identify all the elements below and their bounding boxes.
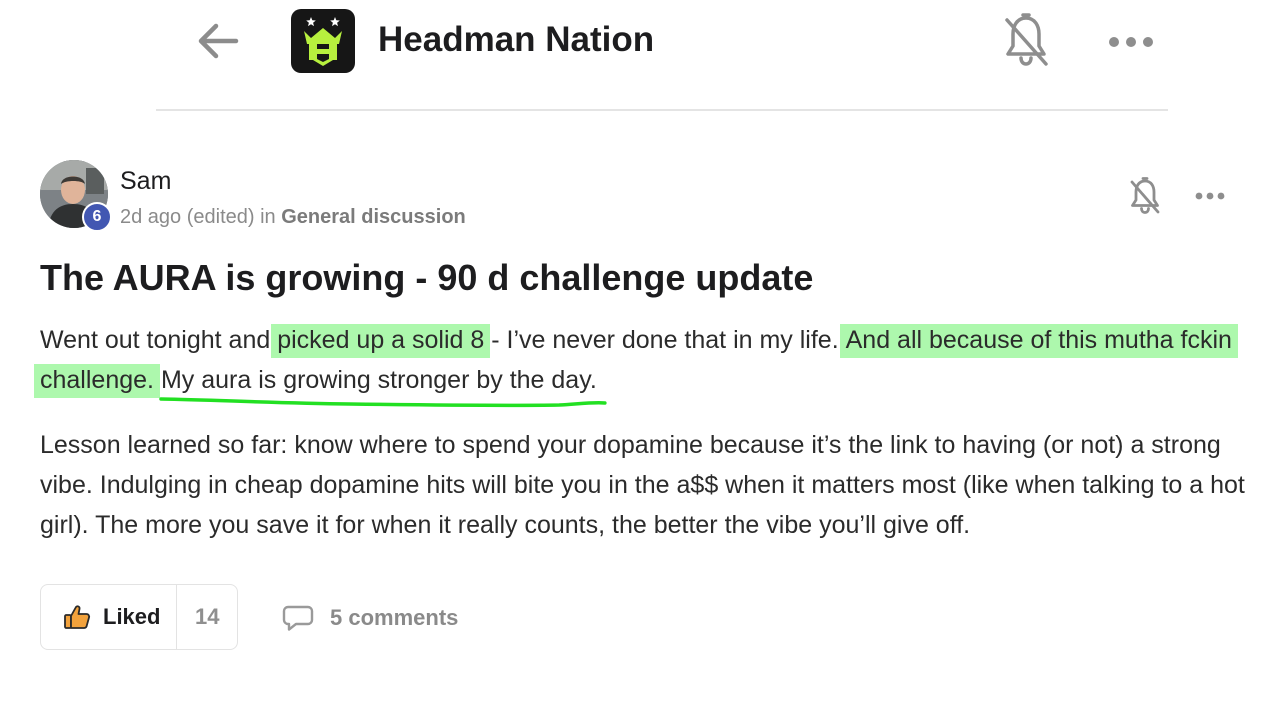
author-level-badge: 6 — [82, 202, 112, 232]
post-title: The AURA is growing - 90 d challenge upd… — [40, 257, 814, 298]
post-category-link[interactable]: General discussion — [281, 206, 466, 228]
underlined-text: My aura is growing stronger by the day. — [160, 366, 597, 394]
arrow-left-icon — [198, 23, 239, 59]
comment-icon — [282, 605, 314, 631]
bell-off-icon — [1005, 13, 1048, 66]
group-name[interactable]: Headman Nation — [378, 18, 654, 62]
like-button[interactable]: Liked — [41, 585, 178, 649]
post-page: Headman Nation 6 Sam 2d ago (edited) in — [0, 0, 1280, 720]
highlighted-text: picked up a solid 8 — [271, 324, 491, 358]
body-text: Went out tonight and — [40, 326, 271, 354]
group-logo[interactable] — [291, 9, 355, 73]
like-label: Liked — [103, 604, 161, 629]
post-more-button[interactable] — [1190, 182, 1230, 210]
bell-off-icon — [1130, 177, 1160, 214]
more-horizontal-icon — [1109, 37, 1153, 47]
like-count[interactable]: 14 — [177, 585, 237, 649]
group-notifications-button[interactable] — [998, 10, 1054, 72]
author-name[interactable]: Sam — [120, 166, 171, 196]
headman-crest-icon — [304, 17, 342, 66]
body-text: - I’ve never done that in my life. — [491, 326, 839, 354]
post-body-paragraph-1: Went out tonight and picked up a solid 8… — [34, 320, 1245, 408]
thumbs-up-icon — [64, 605, 91, 629]
hand-drawn-underline — [159, 397, 607, 408]
header-divider — [156, 109, 1168, 111]
like-control: Liked 14 — [40, 584, 238, 650]
group-more-button[interactable] — [1102, 24, 1160, 60]
comments-button[interactable]: 5 comments — [282, 598, 458, 638]
post-timestamp: 2d ago (edited) in — [120, 206, 276, 228]
comments-count-label: 5 comments — [330, 605, 459, 630]
post-notifications-button[interactable] — [1124, 174, 1166, 218]
more-horizontal-icon — [1195, 192, 1225, 200]
back-button[interactable] — [193, 18, 243, 64]
post-meta: 2d ago (edited) in General discussion — [120, 204, 466, 230]
post-body-paragraph-2: Lesson learned so far: know where to spe… — [40, 431, 1245, 539]
underlined-text-wrap: My aura is growing stronger by the day. — [159, 360, 607, 408]
